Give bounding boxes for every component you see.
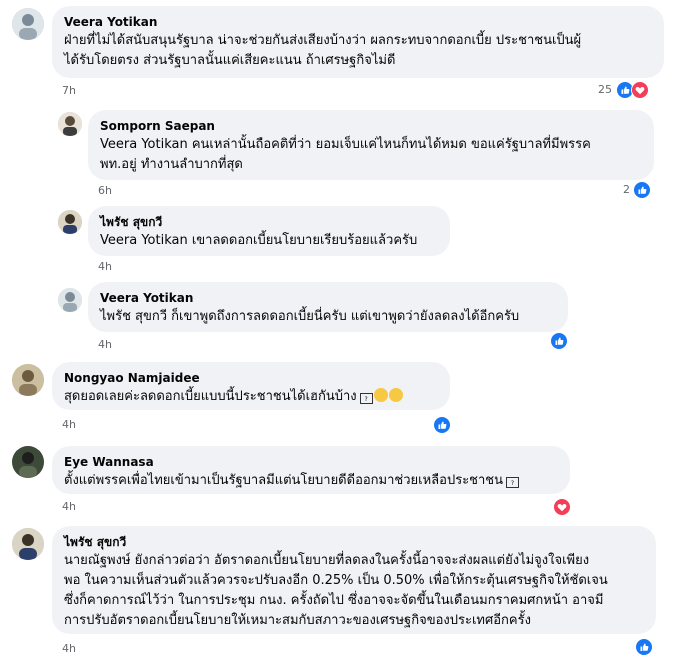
comment-timestamp[interactable]: 4h	[62, 500, 76, 514]
avatar[interactable]	[12, 446, 44, 478]
avatar[interactable]	[58, 210, 82, 234]
comment-text: สุดยอดเลยค่ะลดดอกเบี้ยแบบนี้ประชาชนได้เฮ…	[64, 387, 438, 407]
comment-timestamp[interactable]: 4h	[62, 642, 76, 656]
comment-author[interactable]: Eye Wannasa	[64, 454, 558, 470]
comment-timestamp[interactable]: 4h	[98, 260, 112, 274]
comment-text: ฝ่ายที่ไม่ได้สนับสนุนรัฐบาล น่าจะช่วยกัน…	[64, 33, 582, 68]
avatar[interactable]	[58, 288, 82, 312]
comment-bubble: Veera Yotikan ฝ่ายที่ไม่ได้สนับสนุนรัฐบา…	[52, 6, 664, 78]
comment-author[interactable]: Somporn Saepan	[100, 118, 642, 134]
love-icon[interactable]	[553, 498, 571, 516]
reaction-count[interactable]: 25	[580, 81, 612, 99]
reaction-count[interactable]: 2	[600, 181, 630, 199]
comment-author[interactable]: Nongyao Namjaidee	[64, 370, 438, 386]
avatar[interactable]	[58, 112, 82, 136]
comment-author[interactable]: Veera Yotikan	[64, 14, 652, 30]
comment-text: ไพรัช สุขกวี ก็เขาพูดถึงการลดดอกเบี้ยนี่…	[100, 309, 520, 324]
smiling-hearts-emoji	[388, 388, 403, 402]
comment-text: Veera Yotikan คนเหล่านั้นถือคติที่ว่า ยอ…	[100, 137, 591, 172]
comment-bubble: Eye Wannasa ตั้งแต่พรรคเพื่อไทยเข้ามาเป็…	[52, 446, 570, 494]
avatar[interactable]	[12, 528, 44, 560]
comment-bubble: ไพรัช สุขกวี Veera Yotikan เขาลดดอกเบี้ย…	[88, 206, 450, 256]
comment-text: ตั้งแต่พรรคเพื่อไทยเข้ามาเป็นรัฐบาลมีแต่…	[64, 471, 558, 491]
avatar[interactable]	[12, 8, 44, 40]
avatar[interactable]	[12, 364, 44, 396]
comment-bubble: Somporn Saepan Veera Yotikan คนเหล่านั้น…	[88, 110, 654, 180]
like-icon[interactable]	[635, 638, 653, 656]
comment-author[interactable]: ไพรัช สุขกวี	[100, 214, 438, 230]
comment-timestamp[interactable]: 4h	[62, 418, 76, 432]
unknown-emoji-box: ?	[359, 393, 373, 404]
comment-text: นายณัฐพงษ์ ยังกล่าวต่อว่า อัตราดอกเบี้ยน…	[64, 553, 608, 628]
love-icon[interactable]	[631, 81, 649, 99]
comment-bubble: Veera Yotikan ไพรัช สุขกวี ก็เขาพูดถึงกา…	[88, 282, 568, 332]
comment-author[interactable]: Veera Yotikan	[100, 290, 556, 306]
comment-timestamp[interactable]: 6h	[98, 184, 112, 198]
comment-bubble: Nongyao Namjaidee สุดยอดเลยค่ะลดดอกเบี้ย…	[52, 362, 450, 410]
like-icon[interactable]	[433, 416, 451, 434]
like-icon[interactable]	[633, 181, 651, 199]
comment-text: Veera Yotikan เขาลดดอกเบี้ยนโยบายเรียบร้…	[100, 233, 418, 248]
smiling-hearts-emoji	[373, 388, 388, 402]
like-icon[interactable]	[550, 332, 568, 350]
comment-timestamp[interactable]: 4h	[98, 338, 112, 352]
unknown-emoji-box: ?	[506, 477, 520, 488]
comment-timestamp[interactable]: 7h	[62, 84, 76, 98]
comment-bubble: ไพรัช สุขกวี นายณัฐพงษ์ ยังกล่าวต่อว่า อ…	[52, 526, 656, 634]
comment-author[interactable]: ไพรัช สุขกวี	[64, 534, 644, 550]
